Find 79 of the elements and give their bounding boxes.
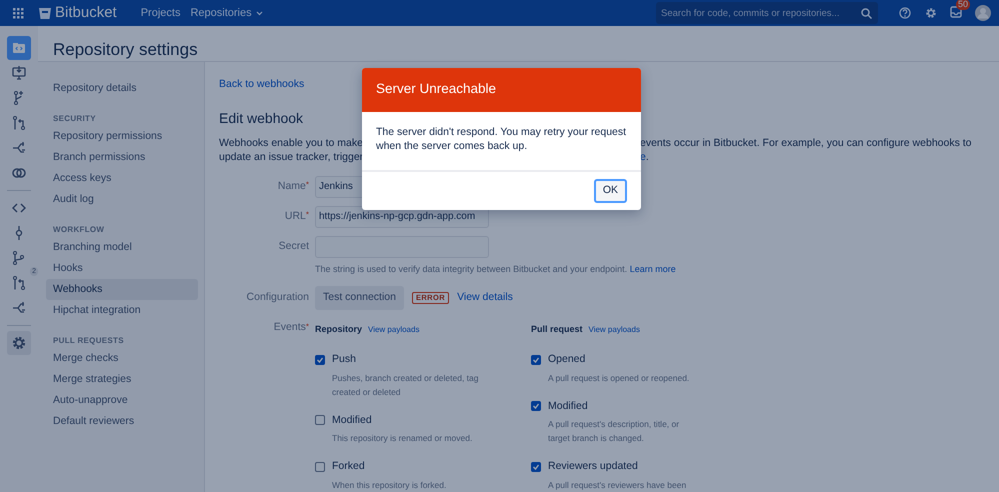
app-switcher-icon[interactable] <box>13 8 24 18</box>
event-description: This repository is renamed or moved. <box>332 432 474 446</box>
sidebar-item[interactable]: Auto-unapprove <box>46 390 198 412</box>
section-heading: SECURITY <box>52 113 97 126</box>
notification-count: 50 <box>956 0 970 10</box>
field-label: Configuration <box>246 291 309 304</box>
pull-requests-icon[interactable] <box>11 275 27 291</box>
logo-text: Bitbucket <box>55 2 117 23</box>
checkbox-label: Opened <box>548 352 586 367</box>
column-heading: Repository <box>315 324 362 334</box>
view-details-link[interactable]: View details <box>457 290 513 306</box>
pull-request-icon[interactable] <box>11 115 27 131</box>
sidebar-item[interactable]: Branch permissions <box>46 147 198 168</box>
section-heading: Edit webhook <box>219 110 304 127</box>
sidebar-item[interactable]: Merge strategies <box>46 369 198 390</box>
column-heading: Pull request <box>531 324 583 334</box>
event-description: A pull request's description, title, or target branch is changed. <box>548 418 680 446</box>
bucket-logo-icon <box>39 8 51 18</box>
event-description: When this repository is forked. <box>332 479 448 492</box>
avatar-icon[interactable] <box>975 5 991 21</box>
ok-button[interactable]: OK <box>594 179 627 203</box>
required-mark: * <box>306 322 309 331</box>
search-icon <box>861 8 872 19</box>
field-label: Name <box>278 180 306 192</box>
checkbox[interactable] <box>531 401 541 412</box>
field-label: URL <box>284 210 306 222</box>
sidebar-item[interactable]: Repository details <box>46 78 198 100</box>
sidebar-item[interactable]: Hipchat integration <box>46 300 198 322</box>
help-icon[interactable] <box>899 7 911 19</box>
checkbox-label: Forked <box>332 459 365 474</box>
view-payloads-link[interactable]: View payloads <box>368 325 420 334</box>
branches-icon[interactable] <box>11 250 27 266</box>
required-mark: * <box>306 210 309 219</box>
sidebar-item[interactable]: Access keys <box>46 168 198 190</box>
checkbox-label: Modified <box>332 412 372 428</box>
sidebar-item[interactable]: Merge checks <box>46 348 198 370</box>
rail-item[interactable] <box>7 36 31 60</box>
field-label: Secret <box>278 240 309 252</box>
dialog-title: Server Unreachable <box>362 68 641 112</box>
section-heading: PULL REQUESTS <box>52 335 125 348</box>
repository-icon[interactable] <box>11 40 27 56</box>
checkbox[interactable] <box>531 354 541 365</box>
sidebar-item[interactable]: Branching model <box>46 237 198 258</box>
sidebar-item[interactable]: Default reviewers <box>46 411 198 432</box>
checkbox[interactable] <box>315 415 325 426</box>
section-heading: WORKFLOW <box>52 224 106 236</box>
checkbox[interactable] <box>531 462 541 472</box>
view-payloads-link[interactable]: View payloads <box>588 325 640 334</box>
description-text: Webhooks enable you to make <box>219 136 361 150</box>
description-text: events occur in Bitbucket. For example, you can configure webhooks to <box>640 136 972 150</box>
nav-link[interactable]: Repositories <box>190 4 263 22</box>
dialog-message: The server didn't respond. You may retry your request when the server comes back up. <box>362 112 641 172</box>
help-text: The string is used to verify data integrity between Bitbucket and your endpoint. Learn more <box>315 262 677 276</box>
rail-item[interactable] <box>7 331 31 355</box>
checkbox-label: Reviewers updated <box>548 459 638 474</box>
event-description: Pushes, branch created or deleted, tag created or deleted <box>332 372 480 398</box>
field-label: Events <box>274 321 306 333</box>
event-description: A pull request's reviewers have been <box>548 479 688 492</box>
sidebar-item[interactable]: Audit log <box>46 189 198 210</box>
description-text: update an issue tracker, trigger <box>219 150 361 164</box>
sidebar-item[interactable]: Hooks <box>46 258 198 280</box>
sidebar-item[interactable]: Webhooks <box>46 279 198 300</box>
required-mark: * <box>306 180 309 189</box>
checkbox[interactable] <box>315 354 325 365</box>
checkbox-label: Modified <box>548 398 588 414</box>
back-link[interactable]: Back to webhooks <box>219 78 304 90</box>
sidebar-item[interactable]: Repository permissions <box>46 126 198 148</box>
checkbox-label: Push <box>332 352 356 367</box>
learn-more-link[interactable]: Learn more <box>630 264 676 274</box>
page-title: Repository settings <box>53 40 199 60</box>
clone-icon[interactable] <box>11 65 27 81</box>
notifications-icon[interactable] <box>950 6 962 18</box>
description-text: . <box>646 150 649 163</box>
test-connection-button[interactable]: Test connection <box>315 286 404 310</box>
nav-link[interactable]: Projects <box>140 4 180 22</box>
settings-icon[interactable] <box>11 335 27 351</box>
checkbox[interactable] <box>315 462 325 472</box>
search-field[interactable]: Search for code, commits or repositories... <box>656 2 878 24</box>
event-description: A pull request is opened or reopened. <box>548 372 690 384</box>
